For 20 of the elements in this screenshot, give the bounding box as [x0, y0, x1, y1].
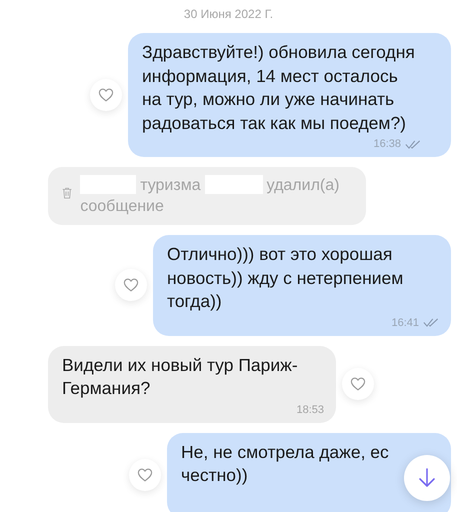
heart-icon [137, 468, 153, 482]
like-button[interactable] [115, 269, 147, 302]
date-label: 30 Июня 2022 Г. [184, 7, 274, 21]
like-button[interactable] [90, 79, 122, 111]
message-text: Отлично))) вот это хорошая новость)) жду с нетерпением тогда)) [167, 243, 404, 313]
heart-icon [98, 88, 114, 102]
trash-icon [62, 185, 72, 201]
deleted-text: удалил(а) [266, 176, 340, 196]
heart-icon [350, 377, 366, 391]
deleted-text: сообщение [80, 197, 164, 217]
heart-icon [123, 278, 139, 292]
like-button[interactable] [342, 368, 374, 400]
message-text: Здравствуйте!) обновила сегодня информация, 14 мест осталось на тур, можно ли уже начинать радоваться так как мы поедем?) [142, 41, 416, 135]
message-time: 16:41 [391, 316, 419, 330]
like-button[interactable] [129, 459, 161, 491]
message-time: 16:38 [373, 137, 401, 151]
deleted-text: туризма [140, 176, 201, 196]
message-text: Не, не смотрела даже, ес честно)) [181, 440, 389, 487]
message-time: 18:53 [296, 402, 324, 416]
message-text: Видели их новый тур Париж-Германия? [62, 354, 299, 400]
